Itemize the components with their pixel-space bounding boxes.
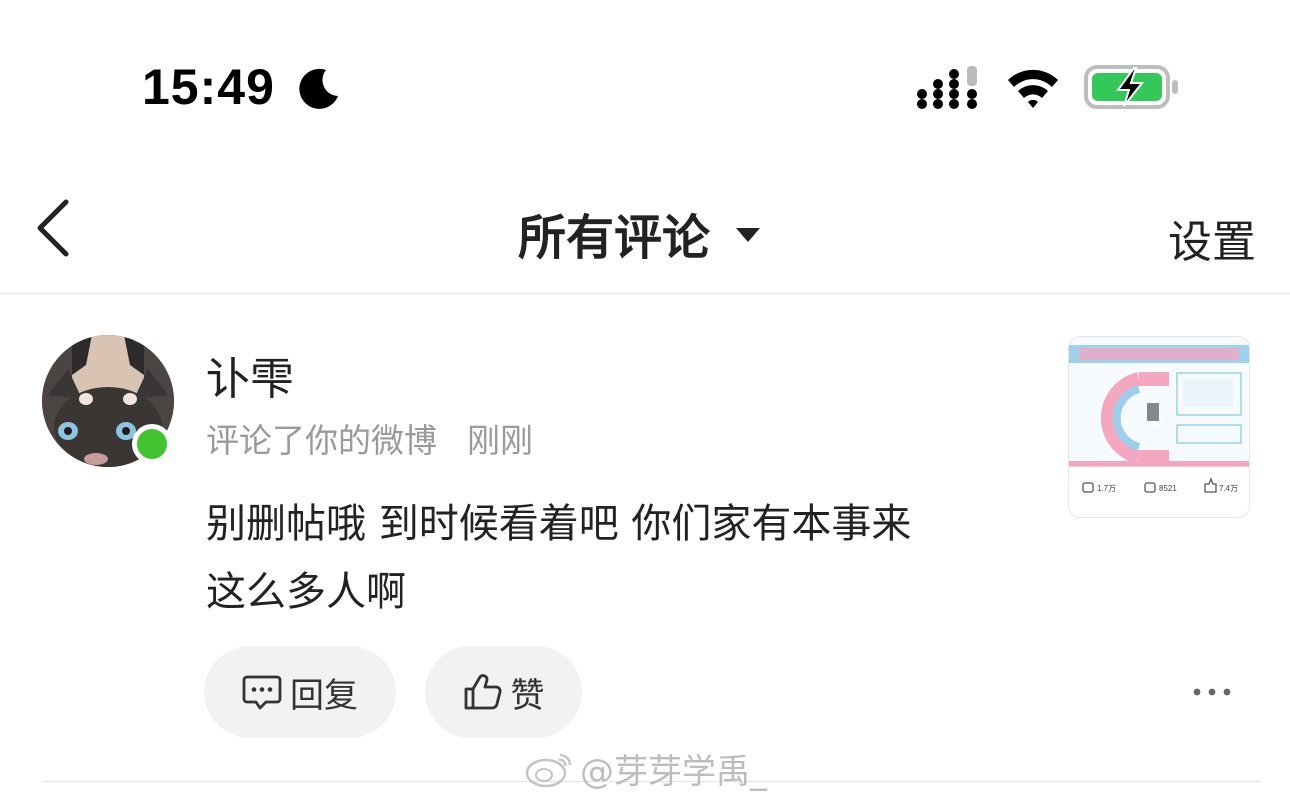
post-thumbnail[interactable]: 1.7万 8521 7.4万 <box>1068 336 1250 518</box>
watermark: @芽芽学禹_ <box>524 744 767 793</box>
reply-button[interactable]: 回复 <box>204 646 396 738</box>
comment-action: 评论了你的微博 <box>206 421 437 460</box>
comment-text: 别删帖哦 到时候看着吧 你们家有本事来 这么多人啊 <box>206 490 1026 626</box>
comment-text-line: 这么多人啊 <box>206 569 406 615</box>
comment-text-line: 别删帖哦 到时候看着吧 你们家有本事来 <box>206 501 912 547</box>
comment-bubble-icon <box>242 675 282 710</box>
online-status-dot <box>132 424 172 464</box>
thumbnail-stat: 1.7万 <box>1097 484 1116 493</box>
more-dots-icon[interactable] <box>1192 682 1232 702</box>
weibo-logo-icon <box>525 753 572 787</box>
chevron-left-icon[interactable] <box>28 196 78 260</box>
reply-label: 回复 <box>290 675 358 716</box>
nav-divider <box>0 293 1290 294</box>
moon-icon <box>299 68 338 109</box>
comment-filter-dropdown[interactable]: 所有评论 <box>518 198 761 268</box>
page-title: 所有评论 <box>518 210 711 266</box>
cellular-signal-icon <box>917 66 977 109</box>
like-label: 赞 <box>510 675 545 716</box>
comment-meta: 评论了你的微博 刚刚 <box>206 414 533 462</box>
thumbnail-stat: 8521 <box>1159 484 1177 493</box>
battery-charging-icon <box>1084 65 1178 109</box>
status-time: 15:49 <box>142 59 275 115</box>
wifi-icon <box>1008 69 1058 108</box>
caret-down-icon <box>736 228 761 242</box>
comment-username[interactable]: 讣雫 <box>206 343 294 407</box>
post-thumbnail-image: 1.7万 8521 7.4万 <box>1069 337 1249 517</box>
comment-time: 刚刚 <box>467 421 533 460</box>
thumbnail-stat: 7.4万 <box>1219 484 1238 493</box>
watermark-text: @芽芽学禹_ <box>580 752 767 792</box>
like-button[interactable]: 赞 <box>425 646 582 738</box>
settings-button[interactable]: 设置 <box>1168 206 1256 270</box>
thumbs-up-icon <box>464 674 501 710</box>
